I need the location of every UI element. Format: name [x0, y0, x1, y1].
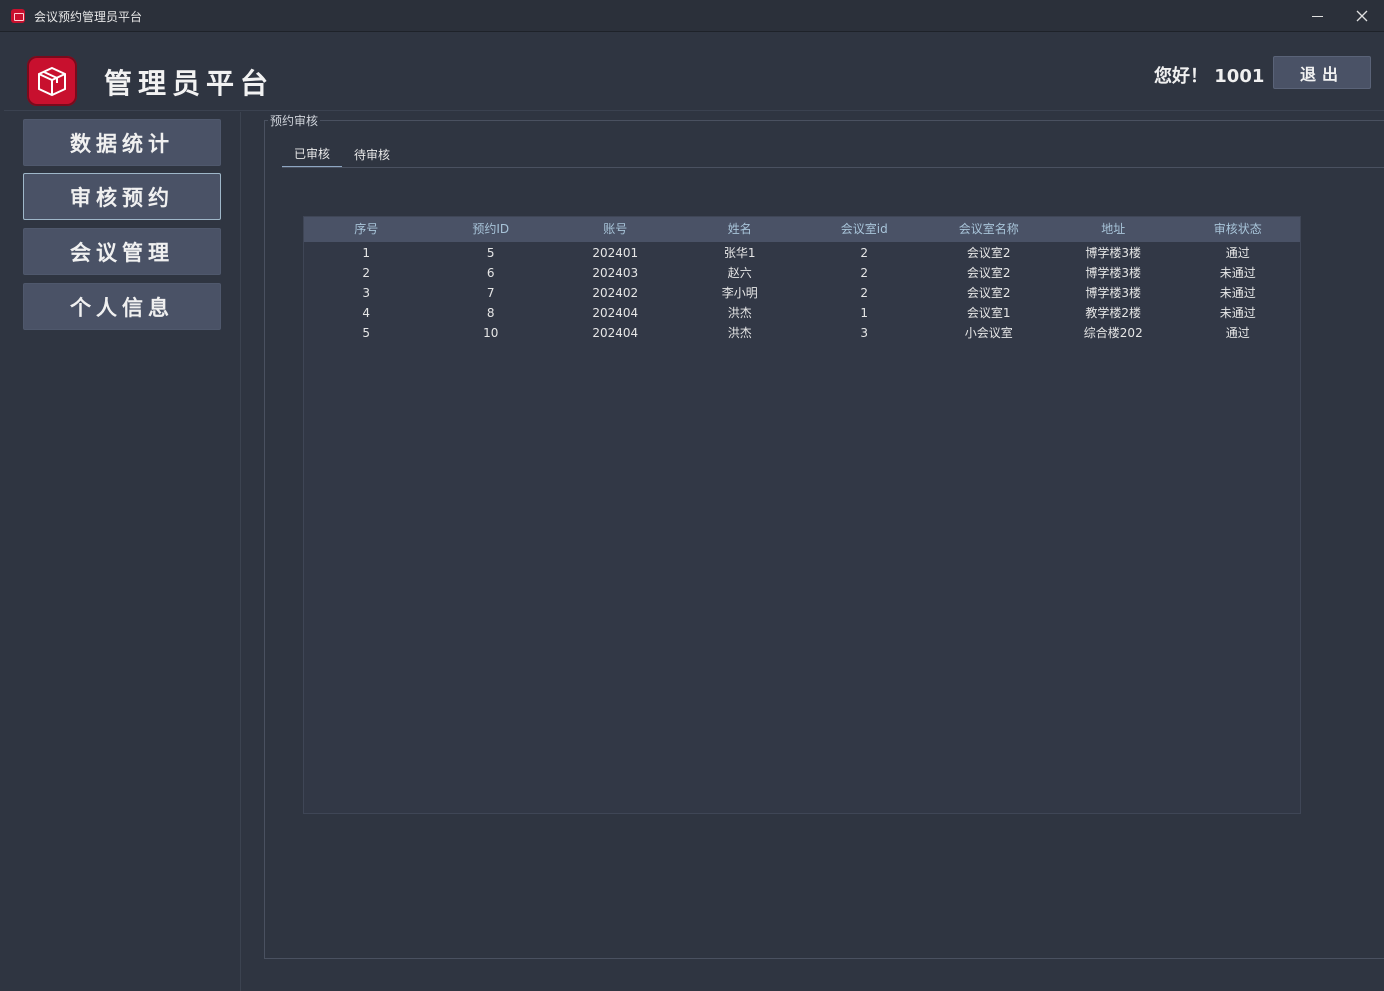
table-cell: 会议室2 — [966, 286, 1011, 300]
table-row[interactable]: 2 6 202403 赵六 2 会议室2 博学楼3楼 未通过 — [304, 263, 1300, 283]
table-cell: 李小明 — [721, 286, 758, 300]
column-header[interactable]: 地址 — [1051, 217, 1176, 242]
table-header: 序号 预约ID 账号 姓名 会议室id 会议室名称 地址 审核状态 — [304, 217, 1300, 242]
table-cell: 1 — [860, 306, 869, 320]
tab-divider — [282, 167, 1384, 168]
table-cell: 未通过 — [1219, 266, 1256, 280]
table-cell: 202403 — [592, 266, 639, 280]
table-cell: 10 — [483, 326, 499, 340]
table-cell: 未通过 — [1219, 286, 1256, 300]
table-cell: 202404 — [592, 306, 639, 320]
table-cell: 4 — [362, 306, 371, 320]
close-button[interactable] — [1339, 0, 1384, 32]
table-cell: 博学楼3楼 — [1085, 246, 1142, 260]
table-cell: 赵六 — [727, 266, 752, 280]
table-cell: 通过 — [1225, 326, 1250, 340]
sidebar-item-review[interactable]: 审核预约 — [23, 173, 221, 220]
tab-bar: 已审核 待审核 — [282, 140, 402, 168]
column-header[interactable]: 账号 — [553, 217, 678, 242]
table-cell: 小会议室 — [964, 326, 1013, 340]
table-cell: 会议室2 — [966, 246, 1011, 260]
table-cell: 教学楼2楼 — [1085, 306, 1142, 320]
logout-button[interactable]: 退出 — [1273, 56, 1371, 89]
table-cell: 3 — [860, 326, 869, 340]
header: 管理员平台 您好！ 1001 退出 — [4, 32, 1384, 111]
tab-reviewed[interactable]: 已审核 — [282, 140, 343, 168]
table-cell: 202402 — [592, 286, 639, 300]
table-row[interactable]: 1 5 202401 张华1 2 会议室2 博学楼3楼 通过 — [304, 243, 1300, 263]
table-cell: 5 — [486, 246, 495, 260]
table-cell: 会议室1 — [966, 306, 1011, 320]
platform-title: 管理员平台 — [104, 67, 275, 100]
table-cell: 未通过 — [1219, 306, 1256, 320]
table-cell: 综合楼202 — [1083, 326, 1143, 340]
table-row[interactable]: 4 8 202404 洪杰 1 会议室1 教学楼2楼 未通过 — [304, 303, 1300, 323]
title-bar: 会议预约管理员平台 — [0, 0, 1384, 32]
table-cell: 张华1 — [723, 246, 756, 260]
user-greeting: 您好！ 1001 — [1154, 66, 1265, 87]
groupbox-legend: 预约审核 — [268, 112, 321, 129]
table-cell: 洪杰 — [727, 326, 752, 340]
table-row[interactable]: 5 10 202404 洪杰 3 小会议室 综合楼202 通过 — [304, 323, 1300, 343]
column-header[interactable]: 会议室名称 — [927, 217, 1052, 242]
table-cell: 洪杰 — [727, 306, 752, 320]
table-cell: 博学楼3楼 — [1085, 266, 1142, 280]
table-cell: 3 — [362, 286, 371, 300]
column-header[interactable]: 序号 — [304, 217, 429, 242]
column-header[interactable]: 审核状态 — [1176, 217, 1301, 242]
app-icon — [11, 9, 25, 23]
table-cell: 2 — [860, 266, 869, 280]
table-cell: 博学楼3楼 — [1085, 286, 1142, 300]
sidebar-item-profile[interactable]: 个人信息 — [23, 283, 221, 330]
logo — [27, 56, 77, 106]
reservation-table[interactable]: 序号 预约ID 账号 姓名 会议室id 会议室名称 地址 审核状态 1 5 20… — [303, 216, 1301, 814]
column-header[interactable]: 姓名 — [678, 217, 803, 242]
minimize-icon — [1311, 15, 1323, 17]
table-cell: 2 — [860, 286, 869, 300]
tab-pending[interactable]: 待审核 — [342, 140, 402, 168]
table-cell: 5 — [362, 326, 371, 340]
window-title: 会议预约管理员平台 — [34, 10, 143, 24]
table-cell: 6 — [486, 266, 495, 280]
sidebar: 数据统计 审核预约 会议管理 个人信息 — [4, 112, 241, 991]
column-header[interactable]: 预约ID — [429, 217, 554, 242]
table-cell: 202404 — [592, 326, 639, 340]
table-cell: 通过 — [1225, 246, 1250, 260]
table-cell: 1 — [362, 246, 371, 260]
table-cell: 8 — [486, 306, 495, 320]
sidebar-item-statistics[interactable]: 数据统计 — [23, 119, 221, 166]
table-cell: 2 — [362, 266, 371, 280]
app-window: 会议预约管理员平台 管理员平台 您好！ 1001 退出 数据统计 审核预约 会议… — [0, 0, 1384, 991]
table-row[interactable]: 3 7 202402 李小明 2 会议室2 博学楼3楼 未通过 — [304, 283, 1300, 303]
table-cell: 会议室2 — [966, 266, 1011, 280]
table-cell: 2 — [860, 246, 869, 260]
close-icon — [1356, 10, 1368, 22]
sidebar-item-meetings[interactable]: 会议管理 — [23, 228, 221, 275]
table-cell: 202401 — [592, 246, 639, 260]
box-logo-icon — [38, 66, 66, 97]
table-cell: 7 — [486, 286, 495, 300]
column-header[interactable]: 会议室id — [802, 217, 927, 242]
minimize-button[interactable] — [1294, 0, 1340, 32]
